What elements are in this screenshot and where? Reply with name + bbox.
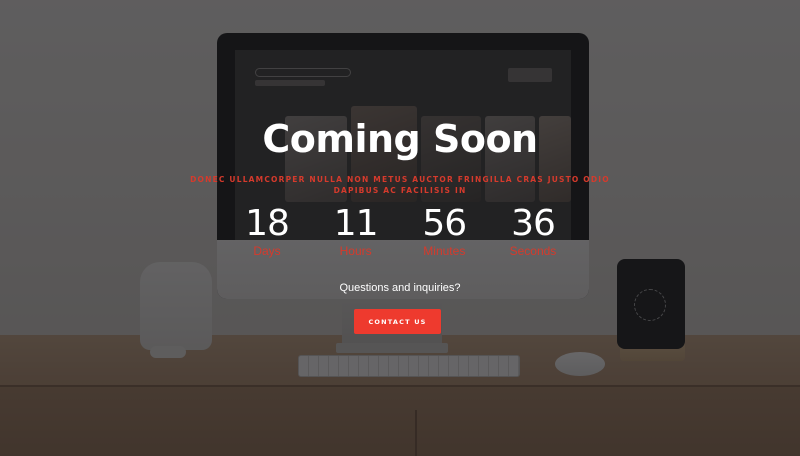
countdown-days: 18 Days — [225, 204, 309, 260]
page-subtitle: Donec ullamcorper nulla non metus auctor… — [190, 175, 610, 195]
countdown-seconds: 36 Seconds — [491, 204, 575, 260]
contact-us-button[interactable]: CONTACT US — [354, 309, 441, 334]
countdown-label: Days — [253, 244, 281, 258]
countdown-label: Minutes — [423, 244, 466, 258]
countdown-value: 56 — [422, 203, 467, 244]
countdown-minutes: 56 Minutes — [402, 204, 486, 260]
countdown-value: 18 — [245, 203, 290, 244]
countdown-timer: 18 Days 11 Hours 56 Minutes 36 Seconds — [225, 204, 575, 260]
coming-soon-section: Coming Soon Donec ullamcorper nulla non … — [0, 0, 800, 456]
contact-prompt: Questions and inquiries? — [339, 282, 461, 294]
countdown-label: Seconds — [509, 244, 557, 258]
countdown-value: 11 — [333, 203, 379, 244]
page-title: Coming Soon — [262, 117, 538, 161]
countdown-label: Hours — [339, 244, 372, 258]
countdown-hours: 11 Hours — [314, 204, 398, 260]
countdown-value: 36 — [511, 203, 556, 244]
